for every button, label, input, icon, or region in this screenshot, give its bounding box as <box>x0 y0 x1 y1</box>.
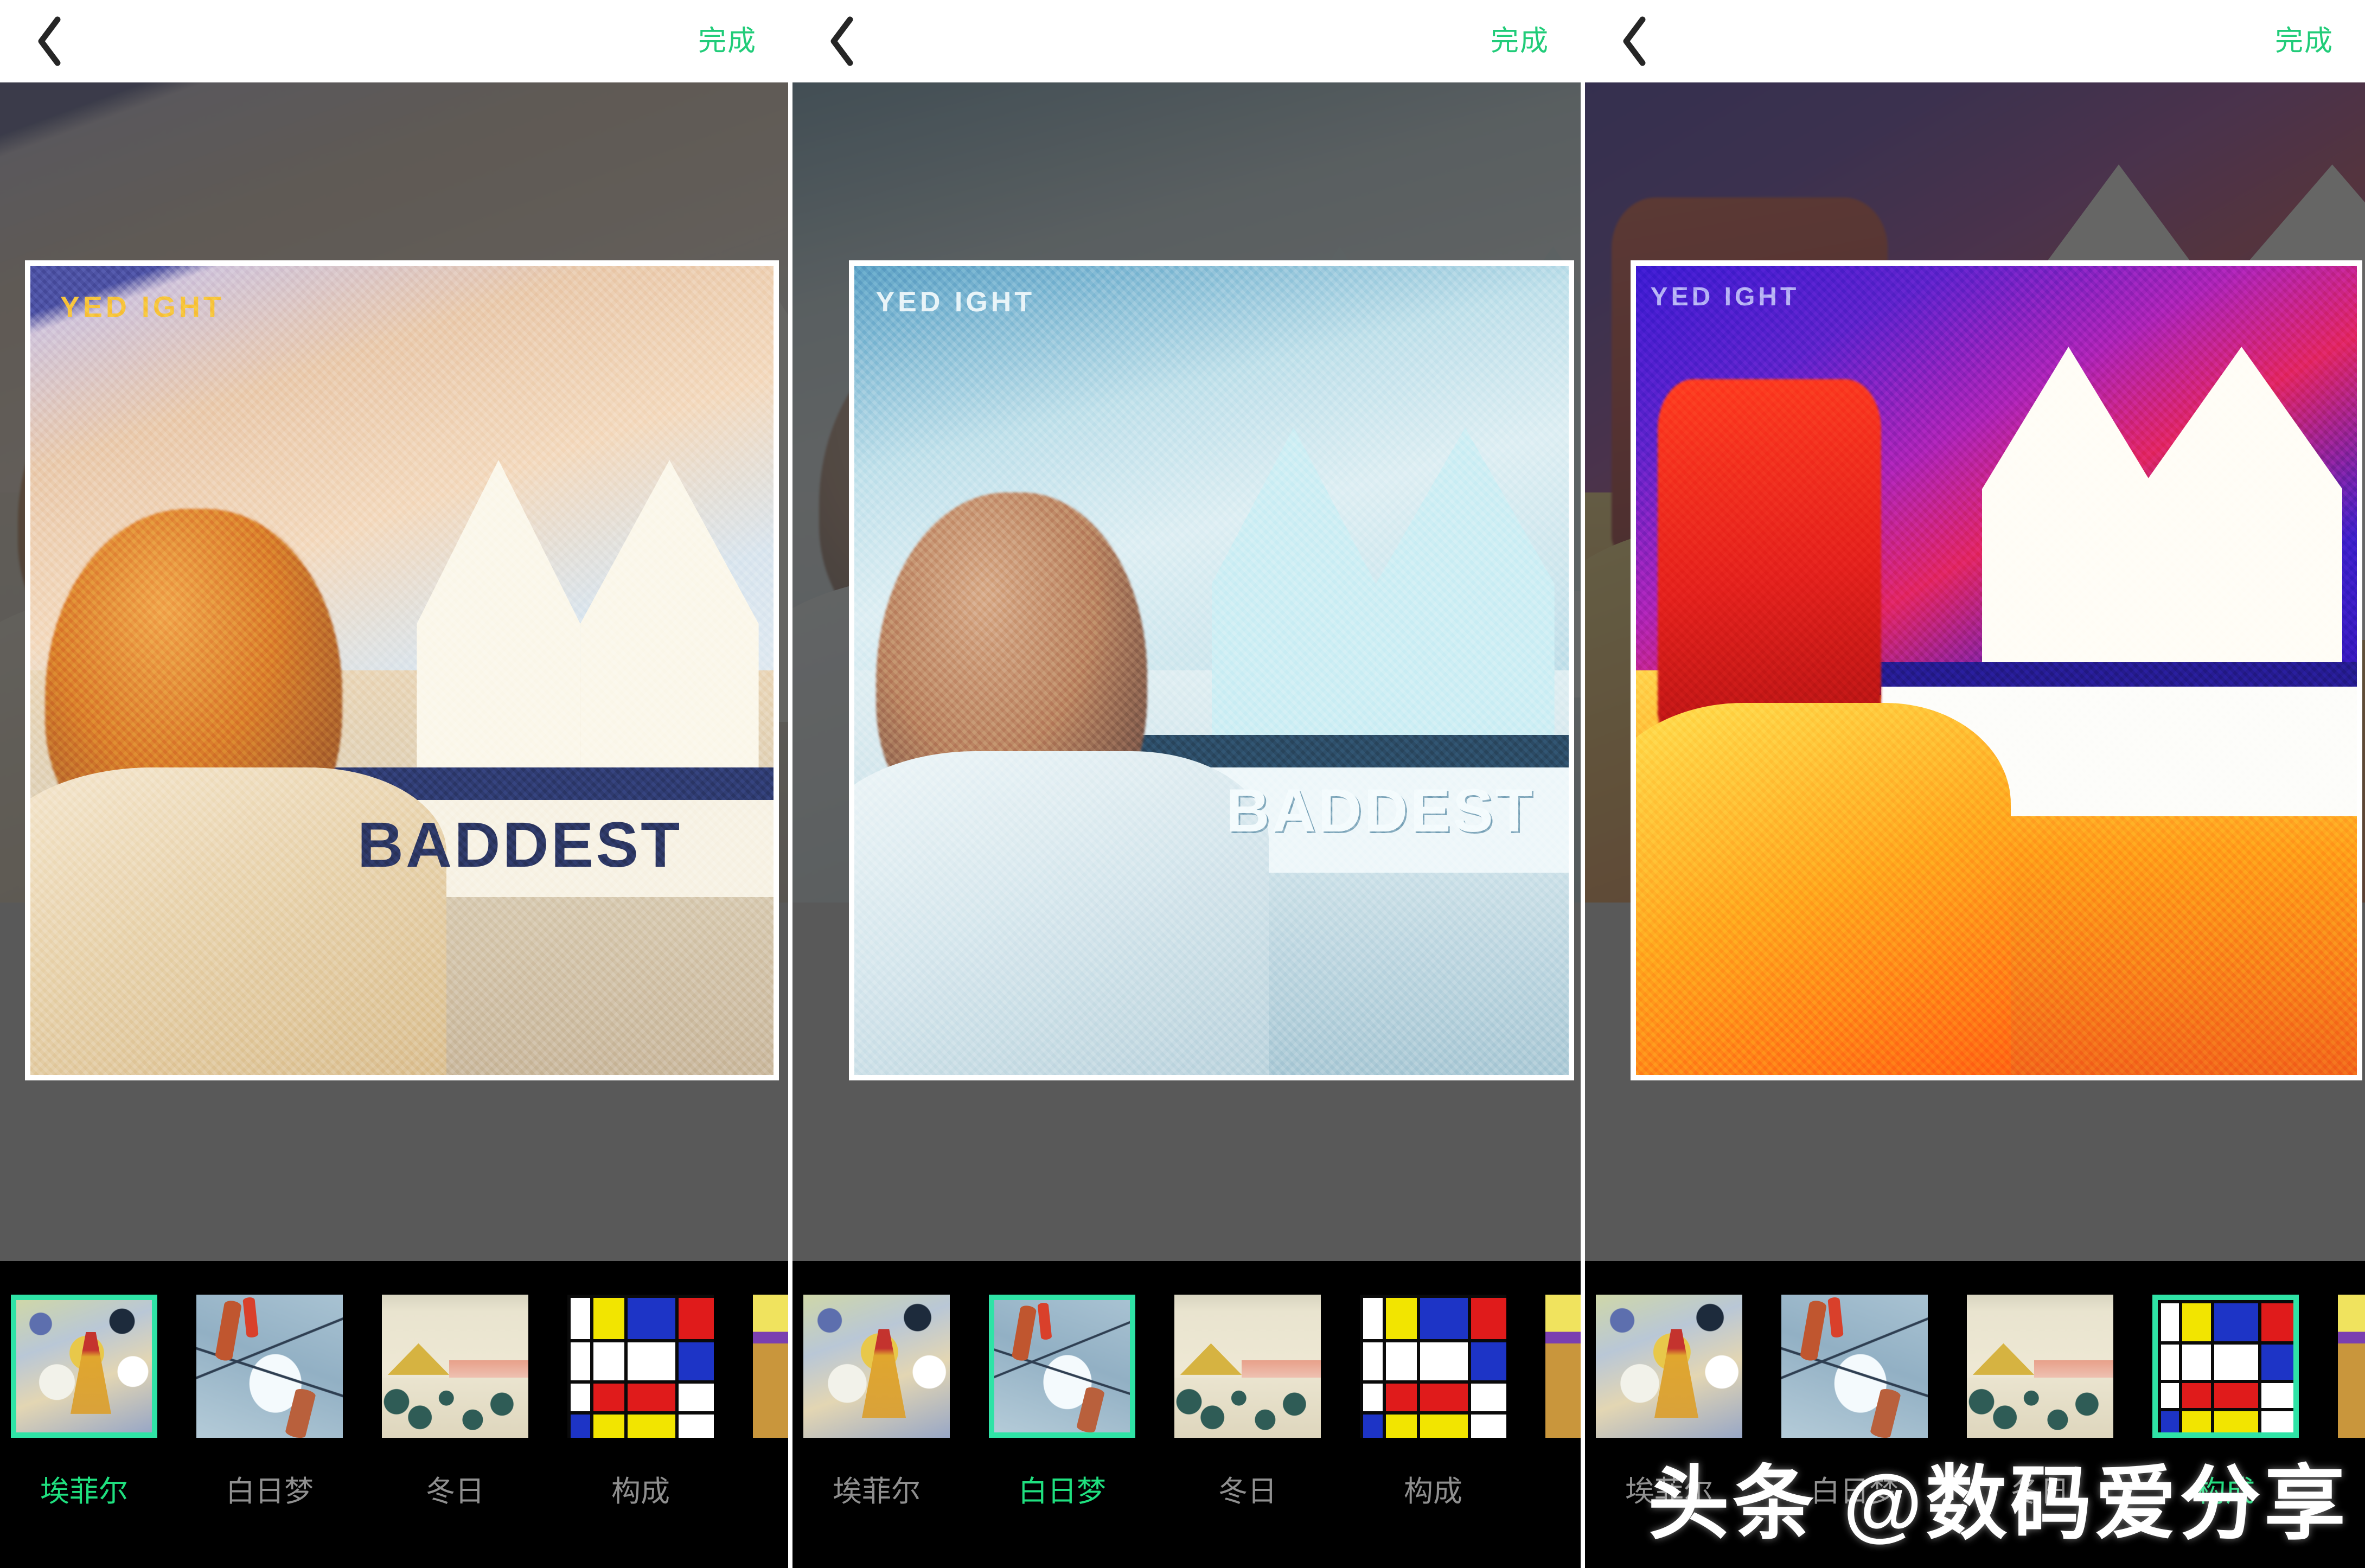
filter-thumbnail-daydream[interactable] <box>1781 1295 1928 1438</box>
filter-label-winter: 冬日 <box>426 1475 484 1508</box>
editor-panel-3: 完成 YED IGHT BAD <box>1581 0 2365 1568</box>
photo-sign-text: BADDEST <box>1225 776 1535 844</box>
filter-item-partial[interactable] <box>753 1295 788 1506</box>
back-button[interactable] <box>826 15 866 67</box>
top-bar-3: 完成 <box>1585 0 2365 82</box>
crop-frame-1[interactable]: YED IGHT BADDEST <box>25 260 779 1080</box>
filter-thumbnail-eiffel[interactable] <box>11 1295 157 1438</box>
filter-thumbnail-eiffel[interactable] <box>1596 1295 1742 1438</box>
photo-sign-text: BADDEST <box>357 809 682 881</box>
filter-item-daydream[interactable]: 白日梦 <box>1781 1295 1928 1506</box>
filter-item-eiffel[interactable]: 埃菲尔 <box>11 1295 157 1506</box>
filter-item-partial[interactable] <box>1545 1295 1581 1506</box>
filter-label-mondrian: 构成 <box>1404 1475 1462 1508</box>
filter-thumbnail-mondrian[interactable] <box>567 1295 714 1438</box>
top-bar-2: 完成 <box>792 0 1581 82</box>
canvas-stage-2[interactable]: YED IGHT BADDEST <box>792 82 1581 1261</box>
filter-thumbnail-mondrian[interactable] <box>2152 1295 2299 1438</box>
filter-label-eiffel: 埃菲尔 <box>1625 1475 1713 1508</box>
filter-item-eiffel[interactable]: 埃菲尔 <box>803 1295 950 1506</box>
done-button[interactable]: 完成 <box>698 27 757 55</box>
filter-thumbnail-mondrian[interactable] <box>1360 1295 1506 1438</box>
top-bar-1: 完成 <box>0 0 788 82</box>
filter-label-eiffel: 埃菲尔 <box>833 1475 921 1508</box>
crop-frame-3[interactable]: YED IGHT BADDEST <box>1631 260 2362 1080</box>
done-button[interactable]: 完成 <box>1491 27 1549 55</box>
filter-thumbnail-partial[interactable] <box>753 1295 788 1438</box>
filter-thumbnail-list-2[interactable]: 埃菲尔 白日梦 冬日 构成 <box>803 1295 1581 1506</box>
filter-thumbnail-daydream[interactable] <box>196 1295 343 1438</box>
filter-item-mondrian[interactable]: 构成 <box>1360 1295 1506 1506</box>
photo-marquee-text: YED IGHT <box>60 290 225 323</box>
filter-label-winter: 冬日 <box>2011 1475 2069 1508</box>
canvas-stage-1[interactable]: YED IGHT BADDEST <box>0 82 788 1261</box>
photo-person-body <box>854 751 1269 1075</box>
filter-item-winter[interactable]: 冬日 <box>382 1295 528 1506</box>
filter-item-daydream[interactable]: 白日梦 <box>989 1295 1135 1506</box>
chevron-left-icon <box>826 15 859 67</box>
filter-thumbnail-eiffel[interactable] <box>803 1295 950 1438</box>
filter-item-mondrian[interactable]: 构成 <box>567 1295 714 1506</box>
filter-thumbnail-list-3[interactable]: 埃菲尔 白日梦 冬日 构成 <box>1596 1295 2365 1506</box>
filter-label-eiffel: 埃菲尔 <box>40 1475 128 1508</box>
done-button[interactable]: 完成 <box>2275 27 2334 55</box>
filter-strip-2[interactable]: 埃菲尔 白日梦 冬日 构成 <box>792 1261 1581 1568</box>
editor-panel-1: 完成 YED IGHT BADDEST 埃菲尔 白日梦 冬日 构成 <box>0 0 788 1568</box>
three-panel-comparison: 完成 YED IGHT BADDEST 埃菲尔 白日梦 冬日 构成 完成 YED… <box>0 0 2365 1568</box>
filter-strip-1[interactable]: 埃菲尔 白日梦 冬日 构成 <box>0 1261 788 1568</box>
filter-label-winter: 冬日 <box>1218 1475 1277 1508</box>
filter-label-mondrian: 构成 <box>611 1475 670 1508</box>
photo-person-head <box>1657 379 1881 735</box>
filter-item-winter[interactable]: 冬日 <box>1174 1295 1321 1506</box>
crop-frame-2[interactable]: YED IGHT BADDEST <box>849 260 1574 1080</box>
filter-label-daydream: 白日梦 <box>1018 1475 1106 1508</box>
back-button[interactable] <box>1619 15 1659 67</box>
chevron-left-icon <box>34 15 66 67</box>
filter-label-daydream: 白日梦 <box>1811 1475 1899 1508</box>
back-button[interactable] <box>34 15 74 67</box>
filter-thumbnail-daydream[interactable] <box>989 1295 1135 1438</box>
filter-thumbnail-winter[interactable] <box>1174 1295 1321 1438</box>
photo-marquee-text: YED IGHT <box>1650 282 1800 311</box>
filter-label-daydream: 白日梦 <box>226 1475 314 1508</box>
styled-photo-2: YED IGHT BADDEST <box>854 266 1569 1075</box>
filter-item-daydream[interactable]: 白日梦 <box>196 1295 343 1506</box>
filter-thumbnail-list-1[interactable]: 埃菲尔 白日梦 冬日 构成 <box>11 1295 788 1506</box>
filter-item-partial[interactable] <box>2338 1295 2365 1506</box>
filter-thumbnail-winter[interactable] <box>382 1295 528 1438</box>
filter-strip-3[interactable]: 埃菲尔 白日梦 冬日 构成 头条 @数码爱分享 <box>1585 1261 2365 1568</box>
filter-item-mondrian[interactable]: 构成 <box>2152 1295 2299 1506</box>
filter-item-winter[interactable]: 冬日 <box>1967 1295 2113 1506</box>
chevron-left-icon <box>1619 15 1651 67</box>
photo-marquee-text: YED IGHT <box>875 286 1036 318</box>
styled-photo-1: YED IGHT BADDEST <box>30 266 774 1075</box>
styled-photo-3: YED IGHT BADDEST <box>1636 266 2357 1075</box>
editor-panel-2: 完成 YED IGHT BADDEST 埃菲尔 白日梦 冬日 构成 <box>788 0 1581 1568</box>
filter-thumbnail-winter[interactable] <box>1967 1295 2113 1438</box>
photo-person-body <box>1636 702 2011 1075</box>
filter-label-mondrian: 构成 <box>2196 1475 2255 1508</box>
filter-thumbnail-partial[interactable] <box>1545 1295 1581 1438</box>
filter-item-eiffel[interactable]: 埃菲尔 <box>1596 1295 1742 1506</box>
canvas-stage-3[interactable]: YED IGHT BADDEST <box>1585 82 2365 1261</box>
filter-thumbnail-partial[interactable] <box>2338 1295 2365 1438</box>
